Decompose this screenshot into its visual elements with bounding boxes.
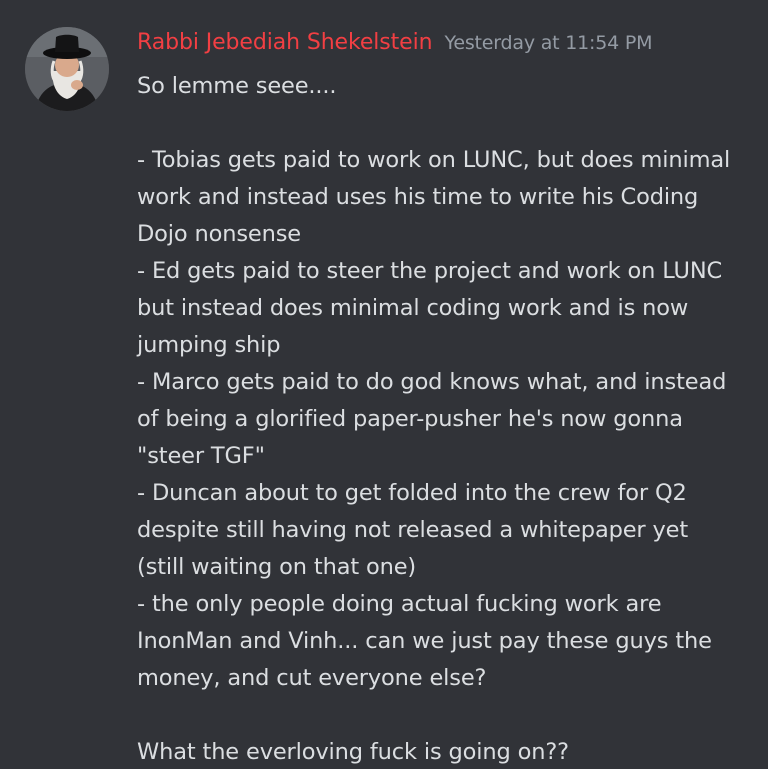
message-line: but instead does minimal coding work and… xyxy=(137,295,689,321)
user-avatar[interactable] xyxy=(25,27,109,111)
message-line: of being a glorified paper-pusher he's n… xyxy=(137,406,683,432)
message-line: InonMan and Vinh... can we just pay thes… xyxy=(137,628,712,654)
message-timestamp[interactable]: Yesterday at 11:54 PM xyxy=(444,32,652,54)
message-content: So lemme seee.... - Tobias gets paid to … xyxy=(137,68,757,769)
message-line: Dojo nonsense xyxy=(137,221,301,247)
author-name[interactable]: Rabbi Jebediah Shekelstein xyxy=(137,30,433,55)
message-line: (still waiting on that one) xyxy=(137,554,417,580)
message-line: - the only people doing actual fucking w… xyxy=(137,591,662,617)
message-line: despite still having not released a whit… xyxy=(137,517,689,543)
message-line: money, and cut everyone else? xyxy=(137,665,487,691)
message-line: work and instead uses his time to write … xyxy=(137,184,699,210)
message-line: - Duncan about to get folded into the cr… xyxy=(137,480,687,506)
chat-message: Rabbi Jebediah Shekelstein Yesterday at … xyxy=(0,0,768,769)
message-line: "steer TGF" xyxy=(137,443,265,469)
message-line: What the everloving fuck is going on?? xyxy=(137,739,569,765)
message-line: - Tobias gets paid to work on LUNC, but … xyxy=(137,147,731,173)
message-header: Rabbi Jebediah Shekelstein Yesterday at … xyxy=(137,30,653,66)
message-line: So lemme seee.... xyxy=(137,73,337,99)
avatar-image xyxy=(25,27,109,111)
message-line: - Ed gets paid to steer the project and … xyxy=(137,258,723,284)
message-line: - Marco gets paid to do god knows what, … xyxy=(137,369,727,395)
message-line: jumping ship xyxy=(137,332,281,358)
